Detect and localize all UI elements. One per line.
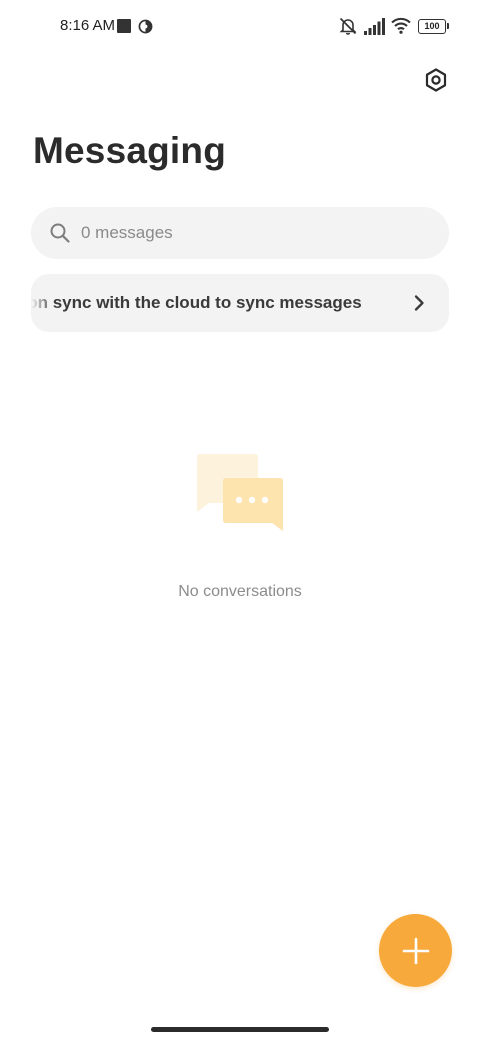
settings-button[interactable] xyxy=(420,64,452,96)
search-icon xyxy=(50,223,70,243)
circle-notification-icon xyxy=(138,19,153,34)
new-conversation-button[interactable] xyxy=(379,914,452,987)
empty-state-text: No conversations xyxy=(178,583,302,600)
messaging-screen: 8:16 AM 100 Messaging 0 messages on sync… xyxy=(0,0,480,1040)
sync-banner[interactable]: Turn on sync with the cloud to sync mess… xyxy=(31,274,449,332)
sync-text-wrap: Turn on sync with the cloud to sync mess… xyxy=(31,274,399,332)
battery-tip xyxy=(447,23,449,29)
battery-icon: 100 xyxy=(418,19,449,34)
sync-banner-text: Turn on sync with the cloud to sync mess… xyxy=(31,293,362,312)
battery-level: 100 xyxy=(418,19,446,34)
settings-hexagon-icon xyxy=(425,68,447,92)
plus-icon xyxy=(402,937,429,964)
chevron-right-icon xyxy=(414,295,424,311)
status-time: 8:16 AM xyxy=(60,17,116,34)
chat-bubbles-icon xyxy=(197,454,283,531)
home-indicator[interactable] xyxy=(151,1027,329,1032)
search-bar[interactable] xyxy=(31,207,449,259)
page-title: Messaging xyxy=(33,130,227,171)
status-bar: 8:16 AM 100 xyxy=(0,0,480,54)
signal-icon xyxy=(364,18,385,35)
mute-icon xyxy=(339,17,357,35)
square-notification-icon xyxy=(117,19,131,33)
search-input[interactable] xyxy=(81,207,421,259)
wifi-icon xyxy=(391,17,411,34)
